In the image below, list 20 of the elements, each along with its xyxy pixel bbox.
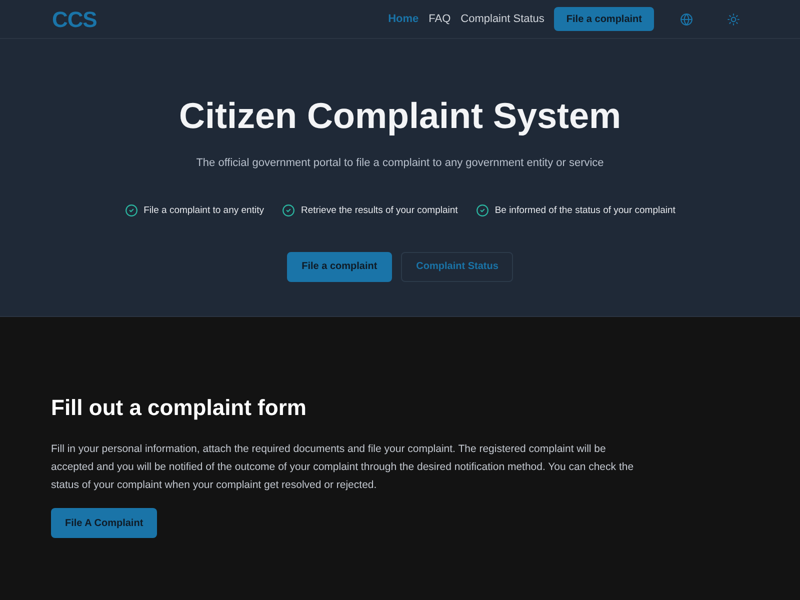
feature-text: Be informed of the status of your complaint	[494, 204, 676, 218]
file-complaint-button[interactable]: File A Complaint	[51, 508, 158, 538]
nav-link[interactable]: Home	[388, 10, 419, 28]
hero-subtitle: The official government portal to file a complaint to any government entity or service	[196, 156, 604, 171]
nav-link[interactable]: Complaint Status	[460, 10, 544, 28]
feature-text: File a complaint to any entity	[144, 204, 264, 218]
section-text: Fill in your personal information, attach the required documents and file your complaint. The registered complaint will be accepted and you will be notified of the outcome of your complaint through the desired notification method. You can check the status of your complaint when your complaint get resolved or rejected.	[51, 442, 635, 493]
section-title: Fill out a complaint form	[51, 394, 308, 422]
language-icon[interactable]	[680, 12, 693, 26]
file-complaint-button[interactable]: File a complaint	[554, 7, 654, 31]
feature-text: Retrieve the results of your complaint	[300, 204, 458, 218]
check-icon	[124, 204, 138, 218]
hero-button[interactable]: Complaint Status	[401, 252, 514, 282]
hero-title: Citizen Complaint System	[178, 94, 622, 138]
theme-icon[interactable]	[727, 12, 740, 26]
check-icon	[282, 204, 295, 218]
nav-link[interactable]: FAQ	[428, 10, 451, 28]
hero-button[interactable]: File a complaint	[286, 252, 392, 282]
check-icon	[476, 204, 489, 218]
logo[interactable]: CCS	[52, 2, 97, 36]
